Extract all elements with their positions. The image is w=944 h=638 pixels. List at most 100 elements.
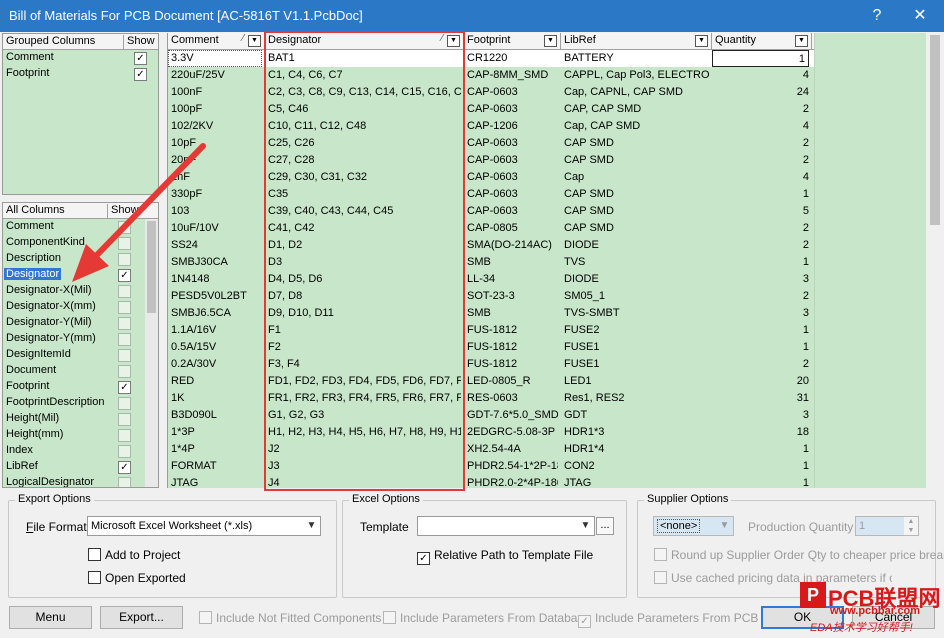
column-item[interactable]: Height(mm) [3, 427, 158, 443]
template-select[interactable]: ▼ [417, 516, 595, 536]
column-header-quantity[interactable]: Quantity ▼ [712, 33, 812, 49]
show-checkbox[interactable] [118, 477, 131, 487]
column-item[interactable]: Designator-X(Mil) [3, 283, 158, 299]
show-checkbox[interactable]: ✓ [134, 52, 147, 65]
show-checkbox[interactable] [118, 365, 131, 378]
file-format-select[interactable]: Microsoft Excel Worksheet (*.xls) ▼ [87, 516, 321, 536]
column-item[interactable]: Designator-X(mm) [3, 299, 158, 315]
column-item[interactable]: Designator-Y(Mil) [3, 315, 158, 331]
grid-scrollbar[interactable] [926, 33, 943, 488]
checkbox-box[interactable]: ✓ [578, 615, 591, 628]
column-item[interactable]: Document [3, 363, 158, 379]
filter-dropdown-icon[interactable]: ▼ [695, 35, 708, 47]
table-cell-footprint: CR1220 [467, 52, 508, 64]
show-checkbox[interactable]: ✓ [118, 381, 131, 394]
table-cell-footprint: CAP-0603 [467, 171, 518, 183]
column-item[interactable]: LibRef ✓ [3, 459, 158, 475]
relative-path-checkbox[interactable]: ✓ Relative Path to Template File [417, 548, 593, 565]
show-checkbox[interactable] [118, 333, 131, 346]
column-item[interactable]: Index [3, 443, 158, 459]
show-checkbox[interactable] [118, 221, 131, 234]
filter-dropdown-icon[interactable]: ▼ [248, 35, 261, 47]
show-checkbox[interactable] [118, 397, 131, 410]
add-to-project-label: Add to Project [105, 548, 181, 562]
column-item[interactable]: Comment [3, 219, 158, 235]
checkbox-box[interactable] [383, 611, 396, 624]
column-item[interactable]: Designator-Y(mm) [3, 331, 158, 347]
grid-empty-area [814, 33, 927, 488]
table-cell-libref: CAP, CAP SMD [564, 103, 642, 115]
checkbox-box[interactable] [88, 548, 101, 561]
show-checkbox[interactable] [118, 413, 131, 426]
table-cell-footprint: SMB [467, 256, 491, 268]
show-checkbox[interactable]: ✓ [118, 461, 131, 474]
table-cell-footprint: CAP-0603 [467, 137, 518, 149]
checkbox-box[interactable] [88, 571, 101, 584]
menu-button[interactable]: Menu [9, 606, 92, 629]
scrollbar-thumb[interactable] [930, 35, 940, 225]
all-columns-scrollbar[interactable] [145, 219, 158, 487]
sort-icon: ⁄ [242, 33, 244, 44]
table-cell-comment: 10uF/10V [171, 222, 219, 234]
include-params-pcb-checkbox[interactable]: ✓ Include Parameters From PCB [578, 611, 758, 628]
column-item[interactable]: Footprint ✓ [3, 379, 158, 395]
production-quantity-label: Production Quantity [748, 520, 854, 534]
scrollbar-thumb[interactable] [147, 221, 156, 313]
column-item[interactable]: DesignItemId [3, 347, 158, 363]
column-item-label: Description [6, 252, 62, 264]
export-button[interactable]: Export... [100, 606, 183, 629]
filter-dropdown-icon[interactable]: ▼ [795, 35, 808, 47]
column-item-label: Height(Mil) [6, 412, 60, 424]
include-params-db-checkbox[interactable]: Include Parameters From Database [383, 611, 590, 625]
column-header-comment[interactable]: Comment ⁄ ▼ [168, 33, 265, 49]
help-button[interactable]: ? [862, 4, 892, 28]
column-item[interactable]: Footprint ✓ [3, 66, 158, 82]
column-header-libref[interactable]: LibRef ▼ [561, 33, 712, 49]
checkbox-box[interactable] [199, 611, 212, 624]
show-checkbox[interactable]: ✓ [118, 269, 131, 282]
table-cell-footprint: FUS-1812 [467, 324, 518, 336]
column-item[interactable]: Description [3, 251, 158, 267]
table-cell-libref: FUSE2 [564, 324, 600, 336]
open-exported-checkbox[interactable]: Open Exported [88, 571, 186, 585]
include-not-fitted-checkbox[interactable]: Include Not Fitted Components [199, 611, 381, 625]
column-item[interactable]: ComponentKind [3, 235, 158, 251]
column-item[interactable]: FootprintDescription [3, 395, 158, 411]
production-quantity-value: 1 [859, 520, 866, 532]
show-checkbox[interactable] [118, 445, 131, 458]
show-checkbox[interactable] [118, 317, 131, 330]
column-item[interactable]: Comment ✓ [3, 50, 158, 66]
show-checkbox[interactable] [118, 237, 131, 250]
show-checkbox[interactable] [118, 429, 131, 442]
show-checkbox[interactable]: ✓ [134, 68, 147, 81]
table-cell-comment: 0.2A/30V [171, 358, 217, 370]
filter-dropdown-icon[interactable]: ▼ [544, 35, 557, 47]
table-cell-libref: CAP SMD [564, 154, 614, 166]
column-item[interactable]: LogicalDesignator [3, 475, 158, 487]
table-cell-quantity: 2 [802, 103, 809, 115]
table-cell-comment: 1.1A/16V [171, 324, 217, 336]
table-cell-footprint: SMA(DO-214AC) [467, 239, 552, 251]
checkbox-box[interactable]: ✓ [417, 552, 430, 565]
spinner-icon[interactable]: ▲ ▼ [904, 517, 918, 535]
table-cell-comment: 220uF/25V [171, 69, 225, 81]
show-checkbox[interactable] [118, 349, 131, 362]
column-item[interactable]: Designator ✓ [3, 267, 158, 283]
round-up-checkbox[interactable]: Round up Supplier Order Qty to cheaper p… [654, 548, 944, 562]
checkbox-box[interactable] [654, 548, 667, 561]
production-quantity-input[interactable]: 1 ▲ ▼ [855, 516, 919, 536]
column-header-footprint[interactable]: Footprint ▼ [464, 33, 561, 49]
column-item[interactable]: Height(Mil) [3, 411, 158, 427]
checkbox-box[interactable] [654, 571, 667, 584]
add-to-project-checkbox[interactable]: Add to Project [88, 548, 180, 562]
show-checkbox[interactable] [118, 285, 131, 298]
close-button[interactable]: ✕ [905, 4, 935, 28]
show-checkbox[interactable] [118, 253, 131, 266]
supplier-select[interactable]: <none> ▼ [653, 516, 734, 536]
round-up-label: Round up Supplier Order Qty to cheaper p… [671, 548, 944, 562]
table-cell-comment: SMBJ6.5CA [171, 307, 231, 319]
table-cell-comment: 1*3P [171, 426, 195, 438]
table-cell-comment: 1*4P [171, 443, 195, 455]
show-checkbox[interactable] [118, 301, 131, 314]
template-browse-button[interactable]: ... [596, 517, 614, 535]
